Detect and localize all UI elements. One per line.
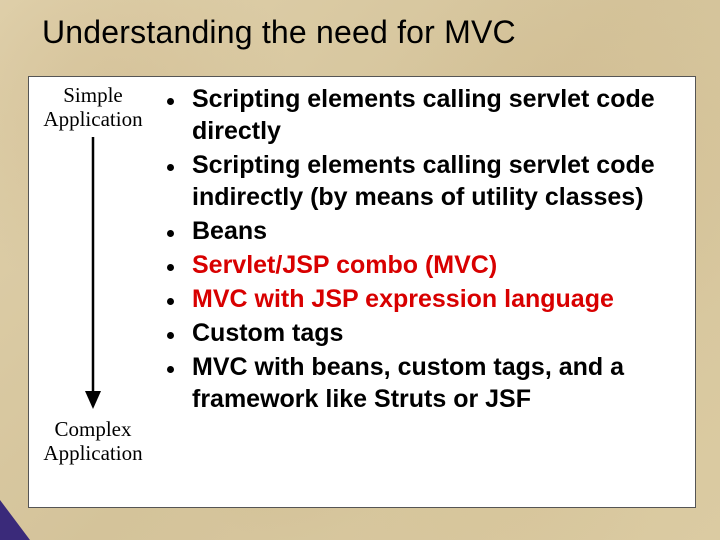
list-item: Servlet/JSP combo (MVC) bbox=[157, 249, 687, 281]
list-item: MVC with JSP expression language bbox=[157, 283, 687, 315]
bullet-dot-icon bbox=[167, 366, 174, 373]
complexity-axis: Simple Application Complex Application bbox=[29, 77, 157, 507]
content-panel: Simple Application Complex Application S… bbox=[28, 76, 696, 508]
bullet-text: Beans bbox=[192, 215, 267, 247]
bullet-dot-icon bbox=[167, 298, 174, 305]
bullet-dot-icon bbox=[167, 98, 174, 105]
bullet-text: Scripting elements calling servlet code … bbox=[192, 83, 687, 147]
slide-title: Understanding the need for MVC bbox=[0, 0, 720, 51]
bullet-list: Scripting elements calling servlet code … bbox=[157, 77, 695, 507]
list-item: Custom tags bbox=[157, 317, 687, 349]
axis-label-complex-line2: Application bbox=[43, 441, 142, 465]
down-arrow-icon bbox=[85, 137, 101, 409]
bullet-text: Custom tags bbox=[192, 317, 343, 349]
bullet-dot-icon bbox=[167, 332, 174, 339]
list-item: Scripting elements calling servlet code … bbox=[157, 149, 687, 213]
axis-label-simple-line2: Application bbox=[43, 107, 142, 131]
bullet-text-highlight: Servlet/JSP combo (MVC) bbox=[192, 249, 497, 281]
axis-label-simple-line1: Simple bbox=[63, 83, 123, 107]
list-item: MVC with beans, custom tags, and a frame… bbox=[157, 351, 687, 415]
axis-label-complex: Complex Application bbox=[29, 417, 157, 465]
list-item: Scripting elements calling servlet code … bbox=[157, 83, 687, 147]
list-item: Beans bbox=[157, 215, 687, 247]
bullet-text: MVC with beans, custom tags, and a frame… bbox=[192, 351, 687, 415]
bullet-text-highlight: MVC with JSP expression language bbox=[192, 283, 614, 315]
axis-label-complex-line1: Complex bbox=[55, 417, 132, 441]
corner-decoration bbox=[0, 500, 30, 540]
bullet-dot-icon bbox=[167, 230, 174, 237]
bullet-text: Scripting elements calling servlet code … bbox=[192, 149, 687, 213]
bullet-dot-icon bbox=[167, 264, 174, 271]
bullet-dot-icon bbox=[167, 164, 174, 171]
axis-label-simple: Simple Application bbox=[29, 83, 157, 131]
